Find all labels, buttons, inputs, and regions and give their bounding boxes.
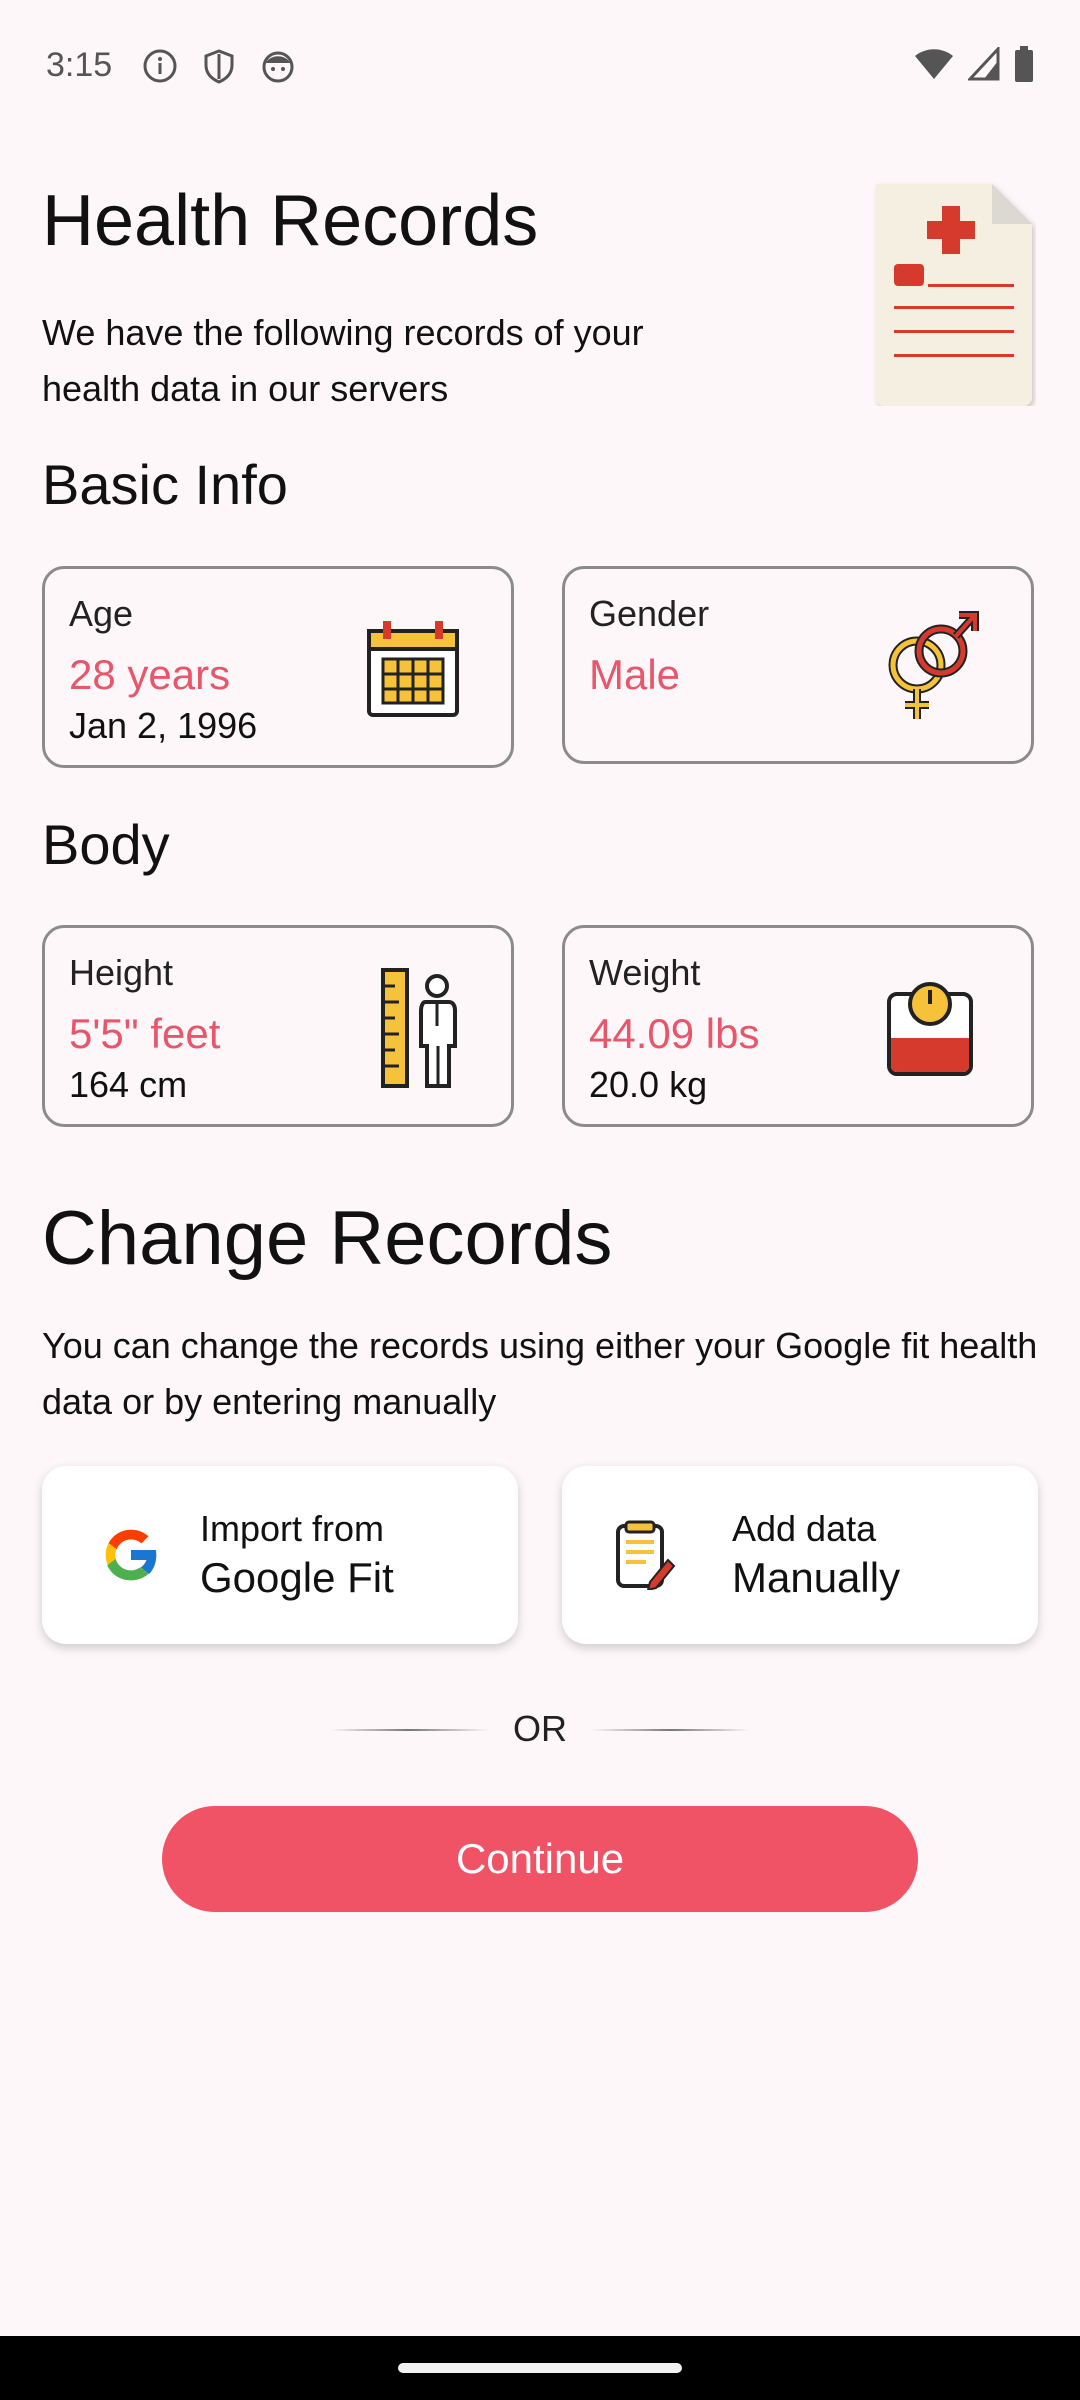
weight-label: Weight bbox=[589, 952, 701, 993]
import-line1: Import from bbox=[200, 1508, 385, 1549]
change-records-heading: Change Records bbox=[42, 1196, 613, 1281]
medical-document-icon bbox=[876, 184, 1032, 406]
height-cm-value: 164 cm bbox=[69, 1064, 188, 1105]
age-value: 28 years bbox=[69, 651, 231, 698]
notepad-pen-icon bbox=[616, 1520, 676, 1590]
scale-icon bbox=[887, 982, 973, 1076]
wifi-icon bbox=[915, 49, 953, 79]
continue-button[interactable]: Continue bbox=[162, 1806, 918, 1912]
battery-icon bbox=[1015, 46, 1033, 82]
import-line2: Google Fit bbox=[200, 1554, 394, 1601]
info-icon bbox=[143, 49, 177, 83]
page-title: Health Records bbox=[42, 181, 539, 261]
body-heading: Body bbox=[42, 813, 170, 876]
gender-label: Gender bbox=[589, 593, 710, 634]
basic-info-heading: Basic Info bbox=[42, 453, 288, 516]
signal-icon bbox=[968, 47, 1000, 81]
or-divider-right bbox=[592, 1729, 750, 1731]
google-icon bbox=[105, 1529, 158, 1581]
status-time: 3:15 bbox=[46, 46, 113, 84]
weight-value: 44.09 lbs bbox=[589, 1010, 760, 1057]
gender-icon bbox=[888, 611, 979, 719]
import-google-fit-button[interactable]: Import from Google Fit bbox=[42, 1466, 518, 1644]
weight-card[interactable]: Weight 44.09 lbs 20.0 kg bbox=[562, 925, 1034, 1127]
calendar-icon bbox=[367, 621, 459, 717]
manual-line1: Add data bbox=[732, 1508, 877, 1549]
status-bar: 3:15 bbox=[0, 0, 1080, 130]
height-label: Height bbox=[69, 952, 174, 993]
age-label: Age bbox=[69, 593, 134, 634]
gender-value: Male bbox=[589, 651, 681, 698]
or-label: OR bbox=[513, 1708, 567, 1749]
age-card[interactable]: Age 28 years Jan 2, 1996 bbox=[42, 566, 514, 768]
face-icon bbox=[262, 51, 294, 83]
home-gesture-handle[interactable] bbox=[398, 2363, 682, 2373]
gender-card[interactable]: Gender Male bbox=[562, 566, 1034, 764]
birthdate-value: Jan 2, 1996 bbox=[69, 705, 258, 746]
page-subtitle: We have the following records of your he… bbox=[42, 312, 644, 409]
height-card[interactable]: Height 5'5" feet 164 cm bbox=[42, 925, 514, 1127]
shield-icon bbox=[204, 49, 234, 84]
status-icons-right bbox=[914, 46, 1034, 82]
add-data-manually-button[interactable]: Add data Manually bbox=[562, 1466, 1038, 1644]
weight-kg-value: 20.0 kg bbox=[589, 1064, 708, 1105]
change-records-description: You can change the records using either … bbox=[42, 1325, 1038, 1422]
status-icons-left bbox=[142, 48, 296, 84]
height-value: 5'5" feet bbox=[69, 1010, 221, 1057]
ruler-person-icon bbox=[381, 968, 457, 1088]
manual-line2: Manually bbox=[732, 1554, 901, 1601]
